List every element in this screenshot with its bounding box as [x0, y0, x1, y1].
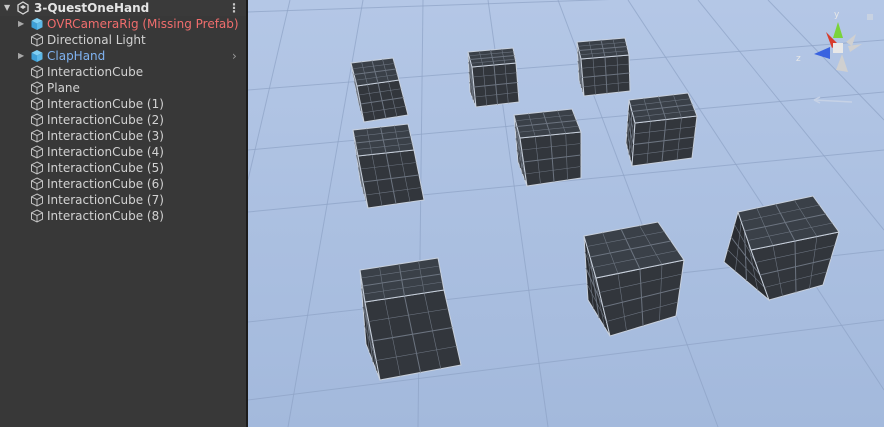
hierarchy-item-label: Directional Light: [47, 33, 146, 47]
hierarchy-item[interactable]: InteractionCube (3): [0, 128, 246, 144]
hierarchy-item-label: InteractionCube (6): [47, 177, 164, 191]
gameobject-cube-icon: [31, 161, 43, 175]
hierarchy-item-label: InteractionCube (3): [47, 129, 164, 143]
prefab-cube-icon: [31, 50, 43, 62]
hierarchy-item-label: InteractionCube (1): [47, 97, 164, 111]
hierarchy-item[interactable]: ▶ ClapHand ›: [0, 48, 246, 64]
hierarchy-item[interactable]: InteractionCube: [0, 64, 246, 80]
hierarchy-item-label: InteractionCube (4): [47, 145, 164, 159]
gameobject-cube-icon: [31, 129, 43, 143]
hierarchy-item[interactable]: InteractionCube (2): [0, 112, 246, 128]
hierarchy-item-label: InteractionCube: [47, 65, 144, 79]
gizmo-lock-icon[interactable]: [867, 14, 873, 20]
hierarchy-item-label: Plane: [47, 81, 80, 95]
unity-editor: ▼ 3-QuestOneHand ⋮ ▶ OVRCameraRig (Missin…: [0, 0, 884, 427]
gameobject-cube-icon: [31, 33, 43, 47]
hierarchy-item-label: OVRCameraRig (Missing Prefab): [47, 17, 239, 31]
gameobject-cube-icon: [31, 145, 43, 159]
hierarchy-item-label: InteractionCube (2): [47, 113, 164, 127]
interaction-cube[interactable]: [576, 37, 631, 97]
hierarchy-item[interactable]: InteractionCube (7): [0, 192, 246, 208]
scene-name: 3-QuestOneHand: [34, 1, 150, 15]
hierarchy-item-label: InteractionCube (7): [47, 193, 164, 207]
gameobject-cube-icon: [31, 97, 43, 111]
interaction-cube[interactable]: [625, 92, 698, 167]
scene-viewport[interactable]: yz: [248, 0, 884, 427]
hierarchy-item-label: InteractionCube (5): [47, 161, 164, 175]
gameobject-cube-icon: [31, 113, 43, 127]
interaction-cube[interactable]: [467, 47, 520, 108]
gizmo-z-label: z: [796, 54, 801, 64]
gameobject-cube-icon: [31, 177, 43, 191]
more-options-icon[interactable]: ⋮: [228, 0, 240, 16]
prefab-cube-icon: [31, 18, 43, 30]
gameobject-cube-icon: [31, 193, 43, 207]
hierarchy-item[interactable]: InteractionCube (4): [0, 144, 246, 160]
hierarchy-item-label: InteractionCube (8): [47, 209, 164, 223]
hierarchy-panel: ▼ 3-QuestOneHand ⋮ ▶ OVRCameraRig (Missin…: [0, 0, 246, 427]
hierarchy-item[interactable]: InteractionCube (8): [0, 208, 246, 224]
collapse-arrow-icon[interactable]: ▼: [4, 0, 14, 16]
hierarchy-item-label: ClapHand: [47, 49, 106, 63]
expand-arrow-icon[interactable]: ▶: [18, 48, 28, 64]
expand-arrow-icon[interactable]: ▶: [18, 16, 28, 32]
hierarchy-item[interactable]: Directional Light: [0, 32, 246, 48]
gameobject-cube-icon: [31, 209, 43, 223]
scene-view[interactable]: yz: [248, 0, 884, 427]
hierarchy-item[interactable]: InteractionCube (5): [0, 160, 246, 176]
gizmo-y-label: y: [834, 10, 840, 20]
unity-scene-icon: [17, 1, 29, 15]
open-prefab-chevron-icon[interactable]: ›: [232, 48, 244, 64]
hierarchy-item[interactable]: ▶ OVRCameraRig (Missing Prefab): [0, 16, 246, 32]
hierarchy-item[interactable]: InteractionCube (6): [0, 176, 246, 192]
gameobject-cube-icon: [31, 81, 43, 95]
scene-root-row[interactable]: ▼ 3-QuestOneHand ⋮: [0, 0, 246, 16]
hierarchy-item[interactable]: Plane: [0, 80, 246, 96]
interaction-cube[interactable]: [513, 108, 582, 187]
gizmo-center-cube[interactable]: [833, 43, 843, 53]
gameobject-cube-icon: [31, 65, 43, 79]
hierarchy-item[interactable]: InteractionCube (1): [0, 96, 246, 112]
